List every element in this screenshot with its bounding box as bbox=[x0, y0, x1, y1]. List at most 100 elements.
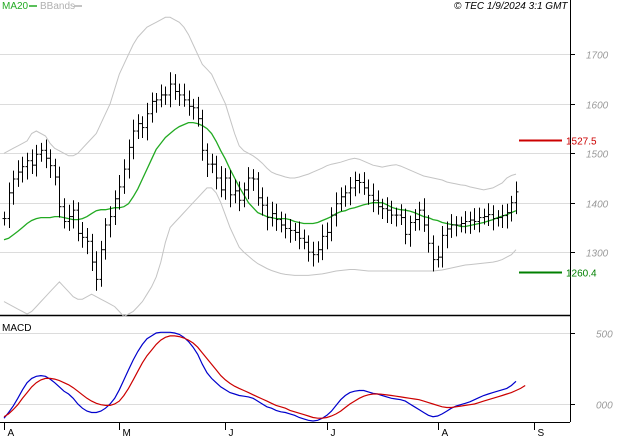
price-bar bbox=[445, 221, 450, 249]
price-bar bbox=[11, 170, 16, 205]
macd-line bbox=[3, 331, 517, 422]
copyright-notice: © TEC 1/9/2024 3:1 GMT bbox=[454, 1, 568, 12]
price-bar bbox=[385, 197, 390, 224]
price-bar bbox=[426, 215, 431, 253]
price-bar bbox=[20, 156, 25, 183]
price-bar bbox=[477, 207, 482, 233]
price-bar bbox=[108, 206, 113, 238]
price-bar bbox=[150, 92, 155, 123]
price-bar bbox=[436, 245, 441, 268]
price-bar bbox=[159, 84, 164, 108]
price-bar bbox=[80, 222, 85, 248]
price-bar bbox=[117, 175, 122, 210]
price-bar bbox=[57, 166, 62, 218]
price-bar bbox=[25, 152, 30, 180]
price-bar bbox=[228, 170, 233, 208]
price-bar bbox=[85, 227, 90, 255]
price-bar bbox=[136, 114, 141, 139]
price-bar bbox=[279, 211, 284, 233]
price-bar bbox=[403, 208, 408, 245]
x-tick-label-A: A bbox=[8, 428, 15, 439]
bband-upper bbox=[3, 16, 517, 191]
price-bar bbox=[316, 241, 321, 263]
macd-panel-label: MACD bbox=[2, 323, 31, 334]
y-tick-label-1500: 1500 bbox=[586, 150, 609, 161]
price-bar bbox=[94, 251, 99, 291]
price-bar bbox=[196, 96, 201, 127]
price-bar bbox=[366, 179, 371, 205]
price-bar bbox=[353, 171, 358, 197]
legend-ma20: MA20 bbox=[2, 1, 29, 12]
legend-bbands: BBands bbox=[40, 1, 75, 12]
price-bar bbox=[173, 74, 178, 100]
price-bar bbox=[145, 102, 150, 141]
price-bar bbox=[34, 144, 39, 177]
price-bar bbox=[219, 166, 224, 198]
price-bar bbox=[302, 229, 307, 250]
price-bar bbox=[191, 98, 196, 120]
price-bar bbox=[154, 92, 159, 113]
price-bar bbox=[357, 173, 362, 194]
resistance-label: 1527.5 bbox=[566, 137, 597, 148]
price-bar bbox=[270, 201, 275, 227]
price-bar bbox=[334, 192, 339, 227]
price-bar bbox=[288, 219, 293, 243]
price-bar bbox=[362, 172, 367, 195]
price-bar bbox=[62, 198, 67, 229]
y-tick-label-1700: 1700 bbox=[586, 51, 609, 62]
y-tick-label-1600: 1600 bbox=[586, 101, 609, 112]
price-bar bbox=[468, 211, 473, 234]
price-bar bbox=[7, 182, 12, 228]
price-bar bbox=[39, 142, 44, 162]
price-bar bbox=[163, 86, 168, 105]
price-bar bbox=[339, 187, 344, 212]
price-bar bbox=[459, 216, 464, 233]
price-bar bbox=[205, 143, 210, 178]
x-tick-label-J: J bbox=[331, 428, 336, 439]
price-bar bbox=[182, 83, 187, 107]
price-bar bbox=[440, 225, 445, 268]
price-bar bbox=[449, 214, 454, 238]
price-bar bbox=[177, 83, 182, 106]
price-bar bbox=[122, 159, 127, 194]
y-tick-label-1400: 1400 bbox=[586, 200, 609, 211]
price-bar bbox=[2, 211, 7, 226]
price-bar bbox=[283, 213, 288, 239]
price-bar bbox=[306, 235, 311, 262]
price-bar bbox=[380, 198, 385, 220]
price-bar bbox=[431, 235, 436, 272]
support-label: 1260.4 bbox=[566, 269, 597, 280]
price-bar bbox=[214, 155, 219, 190]
price-bar bbox=[265, 196, 270, 231]
price-bar bbox=[71, 200, 76, 229]
price-bar bbox=[320, 224, 325, 261]
price-bar bbox=[187, 90, 192, 116]
price-bar bbox=[399, 204, 404, 225]
y-tick-label-1300: 1300 bbox=[586, 249, 609, 260]
macd-lines bbox=[3, 331, 526, 422]
price-bar bbox=[505, 203, 510, 229]
price-bar bbox=[514, 181, 519, 215]
price-bar bbox=[311, 241, 316, 267]
price-bar bbox=[76, 202, 81, 242]
y-axis: 1700 1600 1500 1400 1300 500 000 bbox=[570, 51, 613, 412]
price-bar bbox=[168, 72, 173, 108]
price-bar bbox=[389, 200, 394, 225]
price-bar bbox=[297, 221, 302, 250]
stock-chart: MA20 BBands © TEC 1/9/2024 3:1 GMT MACD … bbox=[0, 0, 613, 439]
ma20-line bbox=[3, 121, 517, 241]
price-bar bbox=[394, 207, 399, 227]
price-bar bbox=[260, 187, 265, 216]
bollinger-bands bbox=[3, 16, 517, 318]
x-tick-label-J: J bbox=[229, 428, 234, 439]
legend: MA20 BBands bbox=[2, 1, 82, 12]
price-bar bbox=[325, 222, 330, 250]
price-bar bbox=[256, 172, 261, 206]
macd-y-tick-label-000: 000 bbox=[596, 401, 613, 412]
price-bar bbox=[463, 211, 468, 234]
price-bar bbox=[223, 168, 228, 200]
price-bar bbox=[491, 205, 496, 231]
macd-gridlines bbox=[0, 333, 570, 405]
macd-y-tick-label-500: 500 bbox=[596, 330, 613, 341]
x-tick-label-A: A bbox=[442, 428, 449, 439]
